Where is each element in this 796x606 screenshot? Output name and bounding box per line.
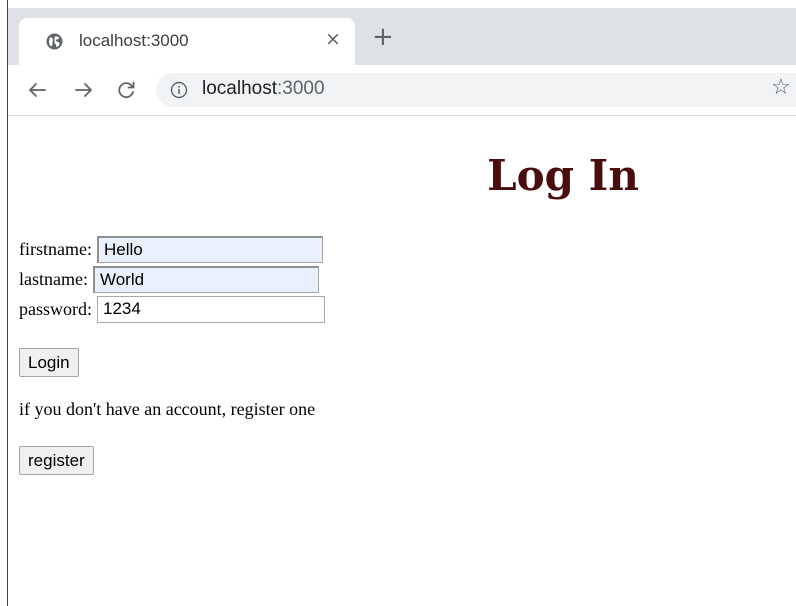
- url-text[interactable]: localhost:3000: [202, 78, 325, 100]
- firstname-input[interactable]: [96, 235, 323, 263]
- url-host: localhost: [202, 78, 277, 99]
- back-arrow-icon[interactable]: [26, 79, 48, 101]
- register-button[interactable]: register: [19, 446, 94, 475]
- tab-title: localhost:3000: [79, 31, 189, 50]
- browser-toolbar: localhost:3000 ☆: [8, 65, 796, 116]
- firstname-label: firstname:: [19, 238, 92, 259]
- browser-tab[interactable]: localhost:3000 ×: [19, 18, 355, 65]
- lastname-row: lastname:: [19, 265, 319, 293]
- tab-strip: localhost:3000 × +: [8, 8, 796, 65]
- info-icon[interactable]: [170, 81, 188, 99]
- password-row: password:: [19, 295, 325, 323]
- password-input[interactable]: [97, 295, 325, 323]
- password-label: password:: [19, 298, 92, 319]
- new-tab-icon[interactable]: +: [372, 24, 394, 50]
- close-tab-icon[interactable]: ×: [325, 28, 341, 50]
- page-title: Log In: [487, 151, 639, 200]
- login-button[interactable]: Login: [19, 348, 79, 377]
- lastname-input[interactable]: [92, 265, 319, 293]
- register-message: if you don't have an account, register o…: [19, 399, 316, 419]
- address-bar[interactable]: localhost:3000: [156, 73, 796, 107]
- forward-arrow-icon[interactable]: [73, 79, 95, 101]
- page-content: Log In firstname: lastname: password: Lo…: [8, 116, 796, 606]
- firstname-row: firstname:: [19, 235, 323, 263]
- globe-icon: [46, 33, 63, 50]
- bookmark-star-icon[interactable]: ☆: [771, 77, 791, 99]
- url-port: :3000: [277, 78, 325, 99]
- lastname-label: lastname:: [19, 268, 88, 289]
- reload-icon[interactable]: [115, 79, 137, 101]
